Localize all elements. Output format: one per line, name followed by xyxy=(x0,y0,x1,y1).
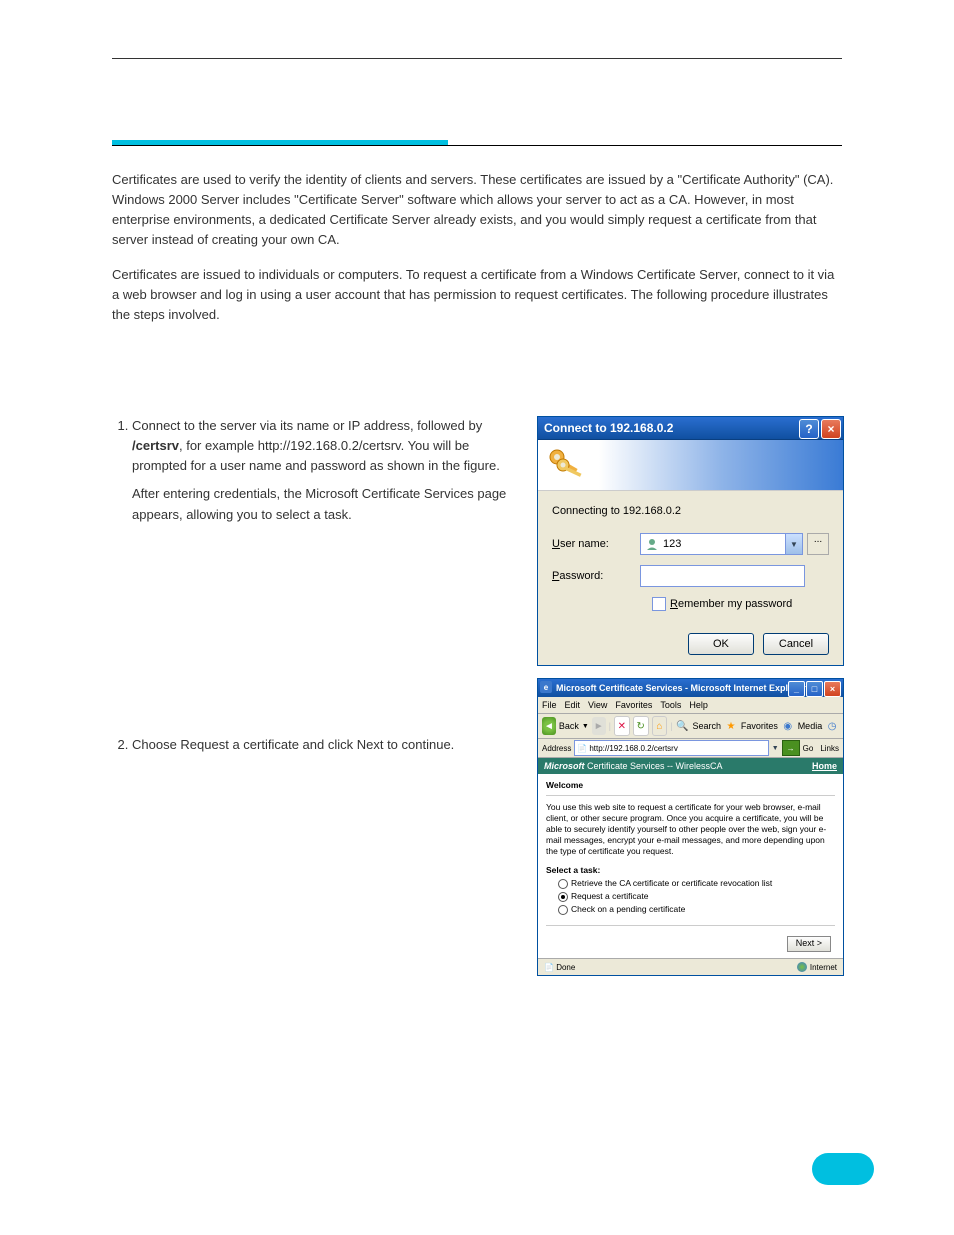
divider xyxy=(546,795,835,796)
step-1: Connect to the server via its name or IP… xyxy=(132,416,522,525)
address-input[interactable]: 📄 http://192.168.0.2/certsrv xyxy=(574,740,768,756)
close-icon[interactable]: × xyxy=(824,681,841,697)
menu-favorites[interactable]: Favorites xyxy=(615,700,652,710)
divider xyxy=(546,925,835,926)
chevron-down-icon[interactable]: ▼ xyxy=(785,534,802,554)
dialog-banner xyxy=(538,440,843,491)
next-button[interactable]: Next > xyxy=(787,936,831,952)
page-icon: 📄 xyxy=(577,744,587,753)
task-option-2[interactable]: Request a certificate xyxy=(558,891,835,902)
maximize-icon[interactable]: □ xyxy=(806,681,823,697)
media-icon[interactable]: ◉ xyxy=(781,717,795,735)
address-dropdown-icon[interactable]: ▼ xyxy=(772,745,779,752)
dialog-title-bar[interactable]: Connect to 192.168.0.2 ? × xyxy=(538,417,843,440)
password-label: Password: xyxy=(552,570,640,582)
stop-icon[interactable]: ✕ xyxy=(614,716,630,736)
connect-dialog: Connect to 192.168.0.2 ? × Connecting to… xyxy=(537,416,844,666)
intro-text: Certificates are used to verify the iden… xyxy=(112,170,842,339)
page-number-pill xyxy=(812,1153,874,1185)
menu-help[interactable]: Help xyxy=(689,700,708,710)
ie-menu-bar: File Edit View Favorites Tools Help xyxy=(538,697,843,714)
ie-toolbar: ◄ Back ▼ ► | ✕ ↻ ⌂ | 🔍 Search ★ Favorite… xyxy=(538,714,843,739)
close-icon[interactable]: × xyxy=(821,419,841,439)
ie-title-bar[interactable]: e Microsoft Certificate Services - Micro… xyxy=(538,679,843,697)
cert-services-header: Microsoft Certificate Services -- Wirele… xyxy=(538,758,843,774)
dialog-title-text: Connect to 192.168.0.2 xyxy=(544,421,673,435)
intro-paragraph-2: Certificates are issued to individuals o… xyxy=(112,265,842,325)
screenshots-column: Connect to 192.168.0.2 ? × Connecting to… xyxy=(537,416,842,976)
home-link[interactable]: Home xyxy=(812,761,837,771)
steps-column: Connect to the server via its name or IP… xyxy=(112,416,522,769)
remember-checkbox[interactable] xyxy=(652,597,666,611)
back-dropdown-icon[interactable]: ▼ xyxy=(582,723,589,730)
links-label[interactable]: Links xyxy=(820,744,839,753)
help-icon[interactable]: ? xyxy=(799,419,819,439)
forward-icon: ► xyxy=(592,717,606,735)
menu-tools[interactable]: Tools xyxy=(660,700,681,710)
ok-button[interactable]: OK xyxy=(688,633,754,655)
address-label: Address xyxy=(542,744,571,753)
ie-title-text: Microsoft Certificate Services - Microso… xyxy=(556,683,806,693)
radio-selected-icon[interactable] xyxy=(558,892,568,902)
password-field[interactable] xyxy=(640,565,805,587)
favorites-label[interactable]: Favorites xyxy=(741,721,778,731)
menu-file[interactable]: File xyxy=(542,700,557,710)
user-icon xyxy=(645,537,659,551)
status-text: Done xyxy=(556,963,575,972)
welcome-body: You use this web site to request a certi… xyxy=(546,802,835,857)
search-icon[interactable]: 🔍 xyxy=(676,717,690,735)
select-task-label: Select a task: xyxy=(546,865,835,876)
refresh-icon[interactable]: ↻ xyxy=(633,716,649,736)
radio-icon[interactable] xyxy=(558,905,568,915)
home-icon[interactable]: ⌂ xyxy=(652,716,668,736)
radio-icon[interactable] xyxy=(558,879,568,889)
welcome-heading: Welcome xyxy=(546,780,835,791)
back-icon[interactable]: ◄ xyxy=(542,717,556,735)
intro-paragraph-1: Certificates are used to verify the iden… xyxy=(112,170,842,251)
ie-status-bar: 📄 Done Internet xyxy=(538,958,843,975)
ie-window: e Microsoft Certificate Services - Micro… xyxy=(537,678,844,976)
section-rule xyxy=(112,145,842,146)
ie-logo-icon: e xyxy=(540,681,552,693)
go-button[interactable]: → xyxy=(782,740,800,756)
back-label[interactable]: Back xyxy=(559,721,579,731)
header-rule xyxy=(112,58,842,59)
address-bar: Address 📄 http://192.168.0.2/certsrv ▼ →… xyxy=(538,739,843,758)
keys-icon xyxy=(546,446,586,482)
username-label: User name: xyxy=(552,538,640,550)
cert-page-content: Welcome You use this web site to request… xyxy=(538,774,843,958)
username-field[interactable]: 123 ▼ xyxy=(640,533,803,555)
history-icon[interactable]: ◷ xyxy=(825,717,839,735)
minimize-icon[interactable]: _ xyxy=(788,681,805,697)
go-label[interactable]: Go xyxy=(803,744,814,753)
browse-button[interactable]: ... xyxy=(807,533,829,555)
done-icon: 📄 xyxy=(544,963,554,972)
cancel-button[interactable]: Cancel xyxy=(763,633,829,655)
search-label[interactable]: Search xyxy=(693,721,722,731)
menu-edit[interactable]: Edit xyxy=(565,700,581,710)
menu-view[interactable]: View xyxy=(588,700,607,710)
globe-icon xyxy=(797,962,807,972)
task-option-3[interactable]: Check on a pending certificate xyxy=(558,904,835,915)
media-label[interactable]: Media xyxy=(798,721,823,731)
connecting-label: Connecting to 192.168.0.2 xyxy=(552,505,829,517)
remember-label: Remember my password xyxy=(670,598,792,610)
task-option-1[interactable]: Retrieve the CA certificate or certifica… xyxy=(558,878,835,889)
zone-label: Internet xyxy=(810,963,837,972)
favorites-icon[interactable]: ★ xyxy=(724,717,738,735)
step-2: Choose Request a certificate and click N… xyxy=(132,735,522,755)
